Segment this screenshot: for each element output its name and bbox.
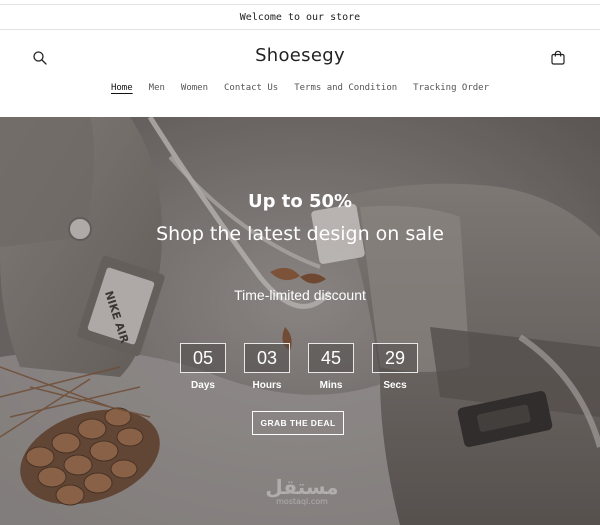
nav-item-home[interactable]: Home — [111, 83, 133, 93]
announcement-text: Welcome to our store — [239, 11, 361, 23]
countdown-hours-label: Hours — [252, 380, 282, 391]
hero-banner: NIKE AIR Up to 50% Shop the latest desig… — [0, 117, 600, 525]
hero-subline: Time-limited discount — [234, 287, 366, 303]
countdown-days-value: 05 — [180, 343, 226, 373]
countdown-hours: 03 Hours — [244, 343, 290, 391]
countdown-hours-value: 03 — [244, 343, 290, 373]
announcement-bar: Welcome to our store — [0, 4, 600, 30]
store-logo[interactable]: Shoesegy — [0, 45, 600, 66]
nav-item-men[interactable]: Men — [149, 83, 165, 93]
main-nav: Home Men Women Contact Us Terms and Cond… — [0, 83, 600, 93]
cart-button[interactable] — [549, 49, 567, 67]
nav-item-women[interactable]: Women — [181, 83, 208, 93]
hero-kicker: Up to 50% — [247, 191, 353, 212]
watermark-logo: مستقل mostaql.com — [262, 475, 342, 506]
countdown-secs: 29 Secs — [372, 343, 418, 391]
countdown-mins: 45 Mins — [308, 343, 354, 391]
watermark-arabic: مستقل — [265, 475, 339, 499]
countdown-days: 05 Days — [180, 343, 226, 391]
countdown-secs-label: Secs — [383, 380, 407, 391]
nav-item-tracking-order[interactable]: Tracking Order — [413, 83, 489, 93]
site-header: Shoesegy Home Men Women Contact Us Terms… — [0, 31, 600, 117]
hero-headline: Shop the latest design on sale — [156, 223, 444, 245]
countdown-days-label: Days — [191, 380, 215, 391]
grab-the-deal-button[interactable]: GRAB THE DEAL — [252, 411, 344, 435]
countdown-secs-value: 29 — [372, 343, 418, 373]
hero-content: Up to 50% Shop the latest design on sale… — [0, 117, 600, 525]
countdown-mins-label: Mins — [319, 380, 343, 391]
shopping-bag-icon — [551, 50, 565, 65]
nav-item-contact-us[interactable]: Contact Us — [224, 83, 278, 93]
nav-item-terms[interactable]: Terms and Condition — [294, 83, 397, 93]
countdown-timer: 05 Days 03 Hours 45 Mins 29 Secs — [180, 343, 420, 395]
countdown-mins-value: 45 — [308, 343, 354, 373]
